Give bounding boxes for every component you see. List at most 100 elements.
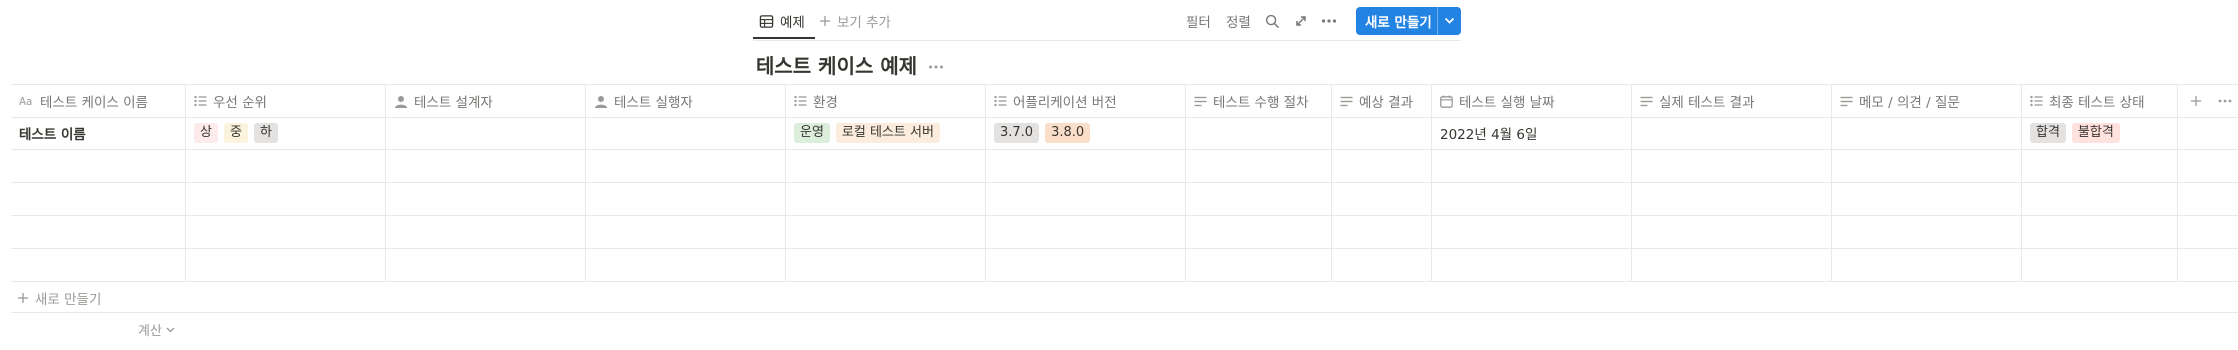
empty-cell[interactable] <box>1832 182 2022 215</box>
table-row[interactable] <box>11 149 2238 183</box>
empty-cell[interactable] <box>11 215 186 248</box>
sort-button[interactable]: 정렬 <box>1226 10 1251 32</box>
cell-test-procedure[interactable] <box>1186 116 1332 149</box>
empty-cell[interactable] <box>2022 182 2178 215</box>
empty-cell[interactable] <box>586 248 786 281</box>
column-header-test-procedure[interactable]: 테스트 수행 절차 <box>1186 85 1332 117</box>
empty-cell[interactable] <box>1332 149 1432 182</box>
calculate-button[interactable]: 계산 <box>138 320 175 339</box>
empty-cell[interactable] <box>1632 182 1832 215</box>
more-options-button[interactable] <box>1321 10 1337 32</box>
empty-cell[interactable] <box>586 182 786 215</box>
column-header-actual-result[interactable]: 실제 테스트 결과 <box>1632 85 1832 117</box>
empty-cell[interactable] <box>1186 149 1332 182</box>
cell-app-version[interactable]: 3.7.0 3.8.0 <box>986 116 1186 149</box>
empty-cell[interactable] <box>386 248 586 281</box>
tab-example-view[interactable]: 예제 <box>759 10 805 32</box>
empty-cell[interactable] <box>11 149 186 182</box>
new-button-dropdown[interactable] <box>1438 17 1461 25</box>
column-header-expected-result[interactable]: 예상 결과 <box>1332 85 1432 117</box>
empty-cell[interactable] <box>386 215 586 248</box>
empty-cell[interactable] <box>786 149 986 182</box>
cell-final-status[interactable]: 합격 불합격 <box>2022 116 2178 149</box>
add-property-button[interactable] <box>2176 85 2216 117</box>
empty-cell[interactable] <box>1432 182 1632 215</box>
cell-test-executor[interactable] <box>586 116 786 149</box>
cell-actual-result[interactable] <box>1632 116 1832 149</box>
empty-cell[interactable] <box>1432 215 1632 248</box>
empty-cell[interactable] <box>1832 248 2022 281</box>
column-header-priority[interactable]: 우선 순위 <box>186 85 386 117</box>
calculate-label: 계산 <box>138 324 162 339</box>
cell-test-case-name[interactable]: 테스트 이름 <box>11 116 186 149</box>
column-header-final-status[interactable]: 최종 테스트 상태 <box>2022 85 2178 117</box>
empty-cell[interactable] <box>786 182 986 215</box>
cell-test-designer[interactable] <box>386 116 586 149</box>
empty-cell[interactable] <box>1832 215 2022 248</box>
empty-cell[interactable] <box>1332 248 1432 281</box>
column-header-test-executor[interactable]: 테스트 실행자 <box>586 85 786 117</box>
table-row[interactable] <box>11 215 2238 249</box>
table-more-button[interactable] <box>2211 85 2238 117</box>
empty-cell[interactable] <box>186 215 386 248</box>
empty-cell[interactable] <box>386 149 586 182</box>
cell-notes[interactable] <box>1832 116 2022 149</box>
empty-cell[interactable] <box>11 248 186 281</box>
empty-cell[interactable] <box>2022 149 2178 182</box>
empty-cell[interactable] <box>186 248 386 281</box>
empty-cell[interactable] <box>186 149 386 182</box>
column-label: 테스트 케이스 이름 <box>40 95 148 111</box>
empty-cell[interactable] <box>2022 215 2178 248</box>
column-header-app-version[interactable]: 어플리케이션 버전 <box>986 85 1186 117</box>
column-header-test-case-name[interactable]: Aa 테스트 케이스 이름 <box>11 85 186 117</box>
empty-cell[interactable] <box>1186 215 1332 248</box>
table-row[interactable]: 테스트 이름 상 중 하 운영 로컬 테스트 서버 3.7.0 3.8.0 20… <box>11 116 2238 150</box>
empty-cell[interactable] <box>586 215 786 248</box>
filter-button[interactable]: 필터 <box>1186 10 1211 32</box>
table-row[interactable] <box>11 182 2238 216</box>
empty-cell[interactable] <box>986 215 1186 248</box>
search-button[interactable] <box>1265 10 1280 32</box>
empty-cell[interactable] <box>986 248 1186 281</box>
empty-cell[interactable] <box>1632 149 1832 182</box>
title-more-button[interactable] <box>928 56 944 75</box>
column-label: 어플리케이션 버전 <box>1013 95 1117 111</box>
add-row-button[interactable]: 새로 만들기 <box>17 288 101 308</box>
column-header-test-designer[interactable]: 테스트 설계자 <box>386 85 586 117</box>
column-header-environment[interactable]: 환경 <box>786 85 986 117</box>
new-button[interactable]: 새로 만들기 <box>1356 7 1461 35</box>
column-label: 테스트 수행 절차 <box>1213 95 1309 111</box>
column-header-notes[interactable]: 메모 / 의견 / 질문 <box>1832 85 2022 117</box>
empty-cell[interactable] <box>186 182 386 215</box>
empty-cell[interactable] <box>786 248 986 281</box>
chevron-down-icon <box>1444 17 1455 24</box>
empty-cell[interactable] <box>1632 215 1832 248</box>
table-row[interactable] <box>11 248 2238 282</box>
add-view-button[interactable]: 보기 추가 <box>819 10 891 32</box>
cell-priority[interactable]: 상 중 하 <box>186 116 386 149</box>
empty-cell[interactable] <box>11 182 186 215</box>
environment-tag-local-server: 로컬 테스트 서버 <box>835 122 940 143</box>
empty-cell[interactable] <box>1432 149 1632 182</box>
empty-cell[interactable] <box>1332 215 1432 248</box>
empty-cell[interactable] <box>786 215 986 248</box>
cell-environment[interactable]: 운영 로컬 테스트 서버 <box>786 116 986 149</box>
empty-cell[interactable] <box>386 182 586 215</box>
empty-cell[interactable] <box>986 149 1186 182</box>
empty-cell[interactable] <box>1832 149 2022 182</box>
empty-cell[interactable] <box>2022 248 2178 281</box>
column-header-execution-date[interactable]: 테스트 실행 날짜 <box>1432 85 1632 117</box>
empty-cell[interactable] <box>1332 182 1432 215</box>
cell-execution-date[interactable]: 2022년 4월 6일 <box>1432 116 1632 149</box>
page-title[interactable]: 테스트 케이스 예제 <box>756 50 917 79</box>
version-tag: 3.7.0 <box>994 122 1040 143</box>
cell-expected-result[interactable] <box>1332 116 1432 149</box>
header-row: Aa 테스트 케이스 이름 우선 순위 테스트 설계자 테스트 실행자 환경 어… <box>11 84 2238 118</box>
empty-cell[interactable] <box>1186 248 1332 281</box>
empty-cell[interactable] <box>1186 182 1332 215</box>
empty-cell[interactable] <box>1432 248 1632 281</box>
empty-cell[interactable] <box>1632 248 1832 281</box>
empty-cell[interactable] <box>986 182 1186 215</box>
empty-cell[interactable] <box>586 149 786 182</box>
expand-button[interactable] <box>1294 10 1308 32</box>
